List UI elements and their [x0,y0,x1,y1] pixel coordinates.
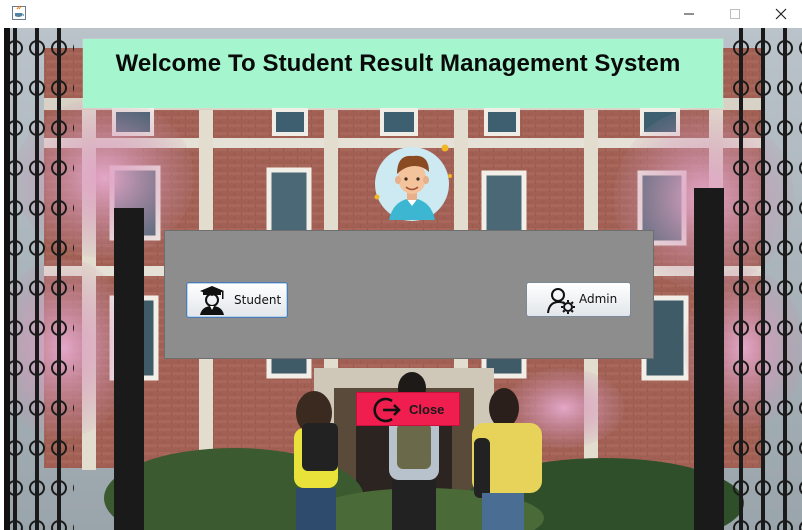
role-selection-panel: Student Admin [164,230,654,359]
minimize-icon [684,13,694,15]
student-button-label: Student [234,293,282,307]
close-button[interactable]: Close [356,392,460,426]
page-title: Welcome To Student Result Management Sys… [115,50,681,77]
java-app-icon [11,5,27,21]
admin-button[interactable]: Admin [526,282,631,317]
maximize-icon [730,9,740,19]
user-settings-icon [547,287,577,318]
close-icon [775,8,787,20]
graduate-icon [197,285,227,318]
minimize-button[interactable] [666,0,712,28]
close-window-button[interactable] [758,0,802,28]
window-titlebar [0,0,802,28]
close-button-label: Close [409,402,445,417]
maximize-button[interactable] [712,0,758,28]
logout-icon [373,396,401,428]
student-button[interactable]: Student [186,282,288,318]
admin-button-label: Admin [579,292,618,306]
welcome-banner: Welcome To Student Result Management Sys… [83,39,723,108]
student-avatar-icon [371,142,455,226]
